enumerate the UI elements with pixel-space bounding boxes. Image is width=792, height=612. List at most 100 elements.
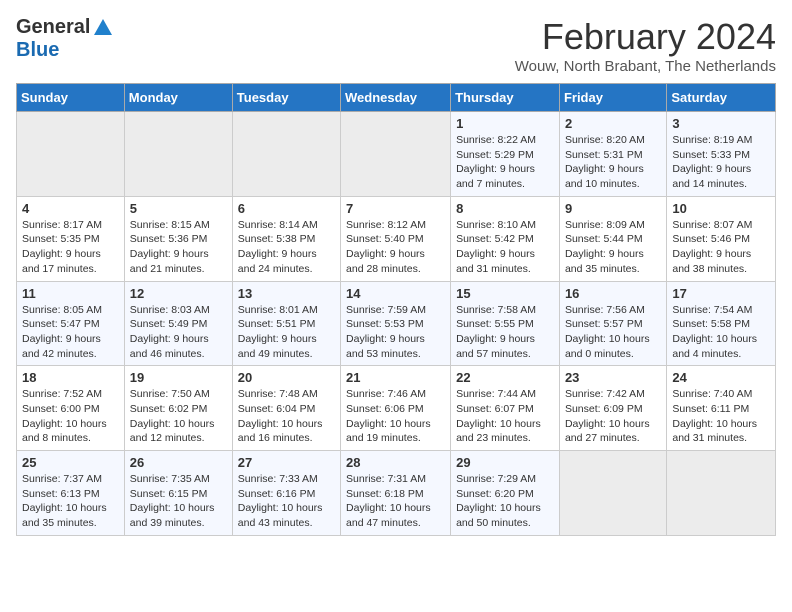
- day-number: 22: [456, 370, 554, 385]
- calendar-week-1: 1 Sunrise: 8:22 AM Sunset: 5:29 PM Daylig…: [17, 112, 776, 197]
- day-header-sunday: Sunday: [17, 84, 125, 112]
- day-info: Sunrise: 7:33 AM Sunset: 6:16 PM Dayligh…: [238, 472, 335, 531]
- day-number: 24: [672, 370, 770, 385]
- day-number: 13: [238, 286, 335, 301]
- day-info: Sunrise: 7:54 AM Sunset: 5:58 PM Dayligh…: [672, 303, 770, 362]
- day-number: 7: [346, 201, 445, 216]
- calendar-cell: 23 Sunrise: 7:42 AM Sunset: 6:09 PM Dayli…: [559, 366, 666, 451]
- day-info: Sunrise: 8:12 AM Sunset: 5:40 PM Dayligh…: [346, 218, 445, 277]
- day-info: Sunrise: 7:42 AM Sunset: 6:09 PM Dayligh…: [565, 387, 661, 446]
- calendar-header-row: SundayMondayTuesdayWednesdayThursdayFrid…: [17, 84, 776, 112]
- calendar-cell: 10Sunrise: 8:07 AM Sunset: 5:46 PM Dayli…: [667, 196, 776, 281]
- day-info: Sunrise: 7:35 AM Sunset: 6:15 PM Dayligh…: [130, 472, 227, 531]
- calendar-cell: 5 Sunrise: 8:15 AM Sunset: 5:36 PM Daylig…: [124, 196, 232, 281]
- calendar-cell: 2 Sunrise: 8:20 AM Sunset: 5:31 PM Daylig…: [559, 112, 666, 197]
- calendar-cell: 1 Sunrise: 8:22 AM Sunset: 5:29 PM Daylig…: [451, 112, 560, 197]
- day-header-thursday: Thursday: [451, 84, 560, 112]
- calendar-cell: 22 Sunrise: 7:44 AM Sunset: 6:07 PM Dayli…: [451, 366, 560, 451]
- day-info: Sunrise: 8:10 AM Sunset: 5:42 PM Dayligh…: [456, 218, 554, 277]
- calendar-cell: 13 Sunrise: 8:01 AM Sunset: 5:51 PM Dayli…: [232, 281, 340, 366]
- day-number: 1: [456, 116, 554, 131]
- calendar-cell: 27 Sunrise: 7:33 AM Sunset: 6:16 PM Dayli…: [232, 451, 340, 536]
- day-info: Sunrise: 8:07 AM Sunset: 5:46 PM Dayligh…: [672, 218, 770, 277]
- day-number: 29: [456, 455, 554, 470]
- calendar-cell: 3 Sunrise: 8:19 AM Sunset: 5:33 PM Daylig…: [667, 112, 776, 197]
- day-number: 3: [672, 116, 770, 131]
- logo-blue-text: Blue: [16, 39, 59, 62]
- day-info: Sunrise: 8:01 AM Sunset: 5:51 PM Dayligh…: [238, 303, 335, 362]
- day-info: Sunrise: 8:09 AM Sunset: 5:44 PM Dayligh…: [565, 218, 661, 277]
- day-info: Sunrise: 8:17 AM Sunset: 5:35 PM Dayligh…: [22, 218, 119, 277]
- day-info: Sunrise: 7:58 AM Sunset: 5:55 PM Dayligh…: [456, 303, 554, 362]
- calendar-cell: 12 Sunrise: 8:03 AM Sunset: 5:49 PM Dayli…: [124, 281, 232, 366]
- day-number: 6: [238, 201, 335, 216]
- calendar-cell: [17, 112, 125, 197]
- calendar-cell: 19 Sunrise: 7:50 AM Sunset: 6:02 PM Dayli…: [124, 366, 232, 451]
- calendar-cell: 4 Sunrise: 8:17 AM Sunset: 5:35 PM Daylig…: [17, 196, 125, 281]
- calendar-cell: 21Sunrise: 7:46 AM Sunset: 6:06 PM Dayli…: [341, 366, 451, 451]
- day-number: 12: [130, 286, 227, 301]
- calendar-cell: 16 Sunrise: 7:56 AM Sunset: 5:57 PM Dayli…: [559, 281, 666, 366]
- page-header: General Blue February 2024 Wouw, North B…: [16, 16, 776, 75]
- day-number: 19: [130, 370, 227, 385]
- calendar-cell: 28Sunrise: 7:31 AM Sunset: 6:18 PM Dayli…: [341, 451, 451, 536]
- calendar-week-5: 25Sunrise: 7:37 AM Sunset: 6:13 PM Dayli…: [17, 451, 776, 536]
- calendar-table: SundayMondayTuesdayWednesdayThursdayFrid…: [16, 83, 776, 536]
- calendar-cell: 29 Sunrise: 7:29 AM Sunset: 6:20 PM Dayli…: [451, 451, 560, 536]
- day-number: 18: [22, 370, 119, 385]
- calendar-cell: 8 Sunrise: 8:10 AM Sunset: 5:42 PM Daylig…: [451, 196, 560, 281]
- day-number: 15: [456, 286, 554, 301]
- day-number: 11: [22, 286, 119, 301]
- calendar-cell: 24Sunrise: 7:40 AM Sunset: 6:11 PM Dayli…: [667, 366, 776, 451]
- day-header-monday: Monday: [124, 84, 232, 112]
- day-number: 28: [346, 455, 445, 470]
- calendar-cell: 17Sunrise: 7:54 AM Sunset: 5:58 PM Dayli…: [667, 281, 776, 366]
- day-info: Sunrise: 7:56 AM Sunset: 5:57 PM Dayligh…: [565, 303, 661, 362]
- day-info: Sunrise: 7:37 AM Sunset: 6:13 PM Dayligh…: [22, 472, 119, 531]
- day-number: 27: [238, 455, 335, 470]
- logo-general-text: General: [16, 16, 90, 39]
- location-subtitle: Wouw, North Brabant, The Netherlands: [515, 58, 776, 75]
- day-number: 2: [565, 116, 661, 131]
- day-number: 4: [22, 201, 119, 216]
- day-header-friday: Friday: [559, 84, 666, 112]
- day-info: Sunrise: 7:59 AM Sunset: 5:53 PM Dayligh…: [346, 303, 445, 362]
- day-header-saturday: Saturday: [667, 84, 776, 112]
- day-info: Sunrise: 8:03 AM Sunset: 5:49 PM Dayligh…: [130, 303, 227, 362]
- day-number: 9: [565, 201, 661, 216]
- calendar-cell: [559, 451, 666, 536]
- day-info: Sunrise: 8:19 AM Sunset: 5:33 PM Dayligh…: [672, 133, 770, 192]
- calendar-cell: 6Sunrise: 8:14 AM Sunset: 5:38 PM Daylig…: [232, 196, 340, 281]
- day-info: Sunrise: 8:22 AM Sunset: 5:29 PM Dayligh…: [456, 133, 554, 192]
- day-info: Sunrise: 8:15 AM Sunset: 5:36 PM Dayligh…: [130, 218, 227, 277]
- day-header-wednesday: Wednesday: [341, 84, 451, 112]
- day-info: Sunrise: 7:44 AM Sunset: 6:07 PM Dayligh…: [456, 387, 554, 446]
- calendar-week-4: 18 Sunrise: 7:52 AM Sunset: 6:00 PM Dayli…: [17, 366, 776, 451]
- day-info: Sunrise: 7:29 AM Sunset: 6:20 PM Dayligh…: [456, 472, 554, 531]
- calendar-week-3: 11 Sunrise: 8:05 AM Sunset: 5:47 PM Dayli…: [17, 281, 776, 366]
- day-header-tuesday: Tuesday: [232, 84, 340, 112]
- day-info: Sunrise: 7:52 AM Sunset: 6:00 PM Dayligh…: [22, 387, 119, 446]
- calendar-cell: 26 Sunrise: 7:35 AM Sunset: 6:15 PM Dayli…: [124, 451, 232, 536]
- calendar-cell: 18 Sunrise: 7:52 AM Sunset: 6:00 PM Dayli…: [17, 366, 125, 451]
- calendar-cell: 11 Sunrise: 8:05 AM Sunset: 5:47 PM Dayli…: [17, 281, 125, 366]
- calendar-cell: [667, 451, 776, 536]
- day-number: 26: [130, 455, 227, 470]
- calendar-cell: 20Sunrise: 7:48 AM Sunset: 6:04 PM Dayli…: [232, 366, 340, 451]
- day-info: Sunrise: 8:05 AM Sunset: 5:47 PM Dayligh…: [22, 303, 119, 362]
- day-number: 8: [456, 201, 554, 216]
- day-number: 23: [565, 370, 661, 385]
- logo-triangle-icon: [92, 17, 114, 39]
- calendar-cell: [232, 112, 340, 197]
- day-number: 14: [346, 286, 445, 301]
- title-area: February 2024 Wouw, North Brabant, The N…: [515, 16, 776, 75]
- day-number: 16: [565, 286, 661, 301]
- day-number: 21: [346, 370, 445, 385]
- day-info: Sunrise: 8:20 AM Sunset: 5:31 PM Dayligh…: [565, 133, 661, 192]
- calendar-cell: 14 Sunrise: 7:59 AM Sunset: 5:53 PM Dayli…: [341, 281, 451, 366]
- day-number: 5: [130, 201, 227, 216]
- day-info: Sunrise: 7:50 AM Sunset: 6:02 PM Dayligh…: [130, 387, 227, 446]
- logo: General Blue: [16, 16, 114, 62]
- calendar-cell: [124, 112, 232, 197]
- calendar-week-2: 4 Sunrise: 8:17 AM Sunset: 5:35 PM Daylig…: [17, 196, 776, 281]
